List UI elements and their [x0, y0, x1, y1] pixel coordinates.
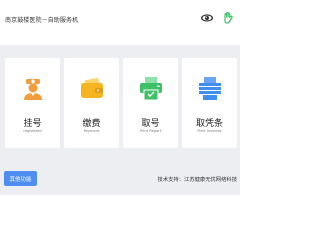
card-sublabel: Payment	[83, 129, 100, 133]
card-sublabel: Print Report	[139, 129, 162, 133]
card-sublabel: Print Invoices	[197, 129, 222, 133]
card-label: 缴费	[82, 119, 101, 129]
printer-icon	[182, 68, 237, 108]
card-payment[interactable]: 缴费 Payment	[64, 58, 119, 148]
page-title: 南京鼓楼医院－自助服务机	[5, 17, 79, 24]
card-label: 取号	[141, 119, 160, 129]
card-register[interactable]: 挂号 registered	[5, 58, 60, 148]
wallet-icon	[64, 68, 119, 108]
card-label: 挂号	[23, 119, 42, 129]
card-sublabel: registered	[23, 129, 42, 133]
service-cards: 挂号 registered 缴费 Payment 取号 Print Report…	[3, 58, 237, 148]
other-functions-button[interactable]: 其他功能	[4, 171, 37, 186]
nurse-icon	[5, 68, 60, 108]
card-receipt[interactable]: 取凭条 Print Invoices	[182, 58, 237, 148]
eye-icon[interactable]	[198, 9, 216, 27]
hand-icon[interactable]	[219, 9, 237, 27]
tech-support-text: 技术支持：江苏健康无忧网络科技	[157, 177, 237, 183]
ticket-printer-icon	[123, 68, 178, 108]
card-label: 取凭条	[195, 119, 223, 129]
card-ticket[interactable]: 取号 Print Report	[123, 58, 178, 148]
